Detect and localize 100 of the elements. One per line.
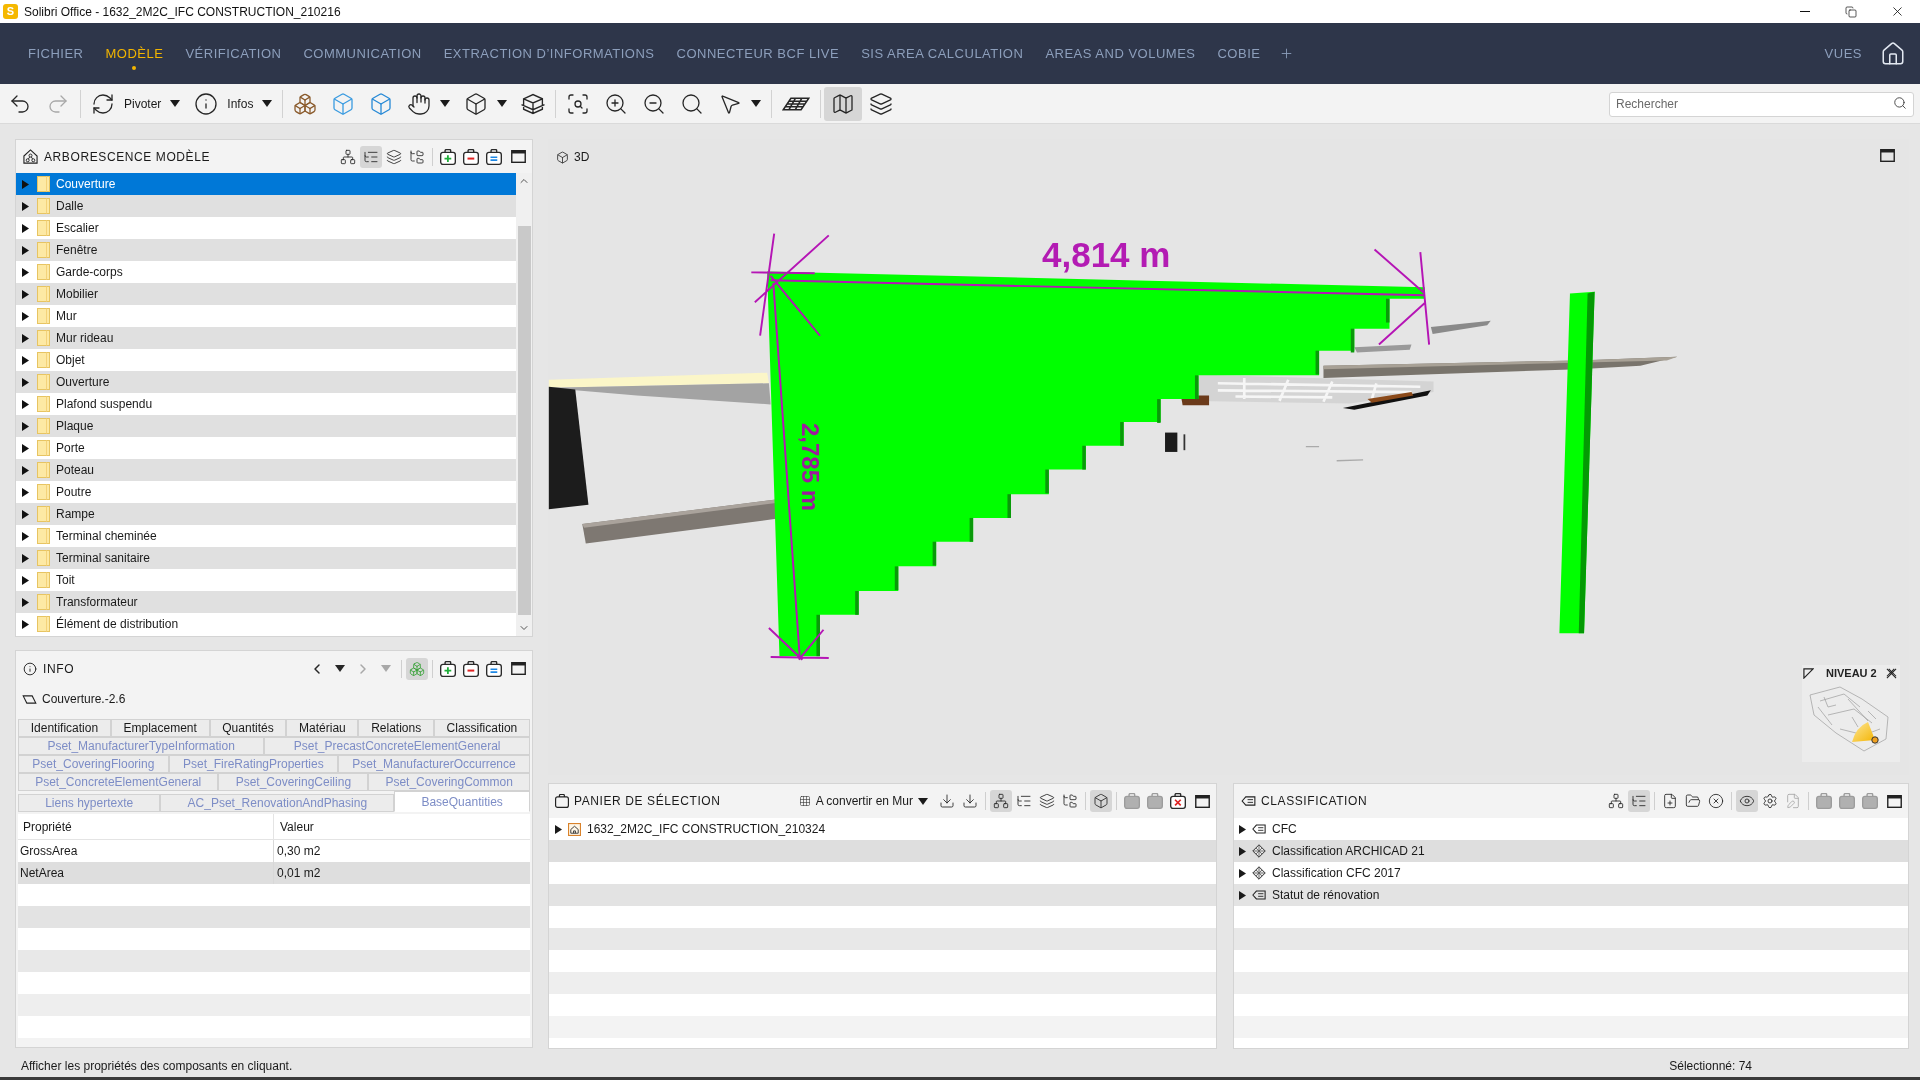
info-icon	[23, 661, 37, 676]
settings-icon	[1762, 793, 1778, 809]
classification-item[interactable]: Classification ARCHICAD 21	[1234, 840, 1908, 862]
folder-icon	[37, 352, 50, 368]
caret-down-icon	[335, 665, 345, 672]
hierarchy-button[interactable]	[990, 790, 1012, 812]
grid-plane-icon	[782, 96, 811, 111]
parallelogram-icon	[22, 694, 37, 704]
panel-window-icon[interactable]	[1195, 794, 1210, 808]
folder-icon	[37, 308, 50, 324]
panel-window-icon[interactable]	[1880, 149, 1895, 162]
sliced-cube-icon	[521, 91, 546, 116]
column-header[interactable]: Propriété	[18, 814, 273, 839]
triangle-corner-icon[interactable]	[1803, 667, 1814, 679]
views-menu[interactable]: VUES	[1820, 38, 1866, 69]
diamond-grid-icon	[1252, 866, 1266, 880]
close-icon[interactable]	[1886, 667, 1897, 679]
tree-item[interactable]: Plaque	[16, 415, 516, 437]
panel-window-icon[interactable]	[1887, 794, 1902, 808]
bag-replace-icon	[1862, 793, 1878, 809]
map-button[interactable]	[824, 86, 863, 121]
tree-list-icon	[1016, 793, 1032, 809]
info-button[interactable]: Infos	[187, 86, 280, 121]
cube-button[interactable]	[1090, 790, 1112, 812]
ribbon-tab[interactable]: COBIE	[1206, 23, 1272, 84]
panel-window-icon[interactable]	[511, 150, 526, 163]
ribbon-tab[interactable]: MODÈLE	[94, 23, 175, 84]
ribbon-tab[interactable]: COMMUNICATION	[292, 23, 433, 84]
ribbon-tab[interactable]: AREAS AND VOLUMES	[1034, 23, 1207, 84]
folder-icon	[37, 242, 50, 258]
camera-marker-icon	[1851, 721, 1879, 745]
tree-item[interactable]: Fenêtre	[16, 239, 516, 261]
panel-window-icon[interactable]	[511, 662, 526, 675]
table-cell-text: NetArea	[19, 865, 66, 882]
tree-item[interactable]: Terminal sanitaire	[16, 547, 516, 569]
column-header[interactable]: Valeur	[273, 814, 530, 839]
tree-list-button[interactable]	[360, 145, 382, 168]
panel-title: CLASSIFICATION	[1261, 793, 1368, 810]
panel-title: ARBORESCENCE MODÈLE	[44, 148, 211, 166]
tree-item[interactable]: Mur rideau	[16, 327, 516, 349]
scrollbar-thumb[interactable]	[517, 226, 531, 615]
cubes-icon	[293, 91, 318, 116]
property-tab[interactable]: Relations	[358, 719, 434, 737]
hierarchy-icon	[340, 148, 356, 165]
folder-tree-icon	[1062, 793, 1078, 809]
bag-add-icon	[1816, 793, 1832, 809]
level-minimap[interactable]: NIVEAU 2	[1802, 665, 1900, 762]
property-tab[interactable]: Emplacement	[110, 719, 210, 737]
bag-replace-icon	[1147, 793, 1163, 809]
folder-icon	[37, 528, 50, 544]
folder-icon	[37, 506, 50, 522]
level-name: NIVEAU 2	[1826, 665, 1877, 681]
tree-item[interactable]: Dalle	[16, 195, 516, 217]
folder-icon	[37, 374, 50, 390]
tag-icon	[1241, 796, 1256, 806]
tree-item[interactable]: Transformateur	[16, 591, 516, 613]
rule-dropdown[interactable]: A convertir en Mur	[796, 790, 930, 812]
classification-item[interactable]: Statut de rénovation	[1234, 884, 1908, 906]
ribbon-tab[interactable]: EXTRACTION D’INFORMATIONS	[432, 23, 666, 84]
property-tab[interactable]: Quantités	[209, 719, 287, 737]
cube-icon	[1093, 793, 1109, 809]
ribbon-tab[interactable]: SIS AREA CALCULATION	[850, 23, 1035, 84]
tree-item[interactable]: Mobilier	[16, 283, 516, 305]
cube-icon	[556, 150, 569, 164]
tree-item[interactable]: Ouverture	[16, 371, 516, 393]
app-logo: S	[3, 4, 18, 19]
property-tab[interactable]: Classification	[433, 719, 530, 737]
plus-icon	[1279, 46, 1295, 61]
tag-icon	[1252, 890, 1266, 900]
cubes-button[interactable]	[406, 657, 428, 680]
tree-item[interactable]: Couverture	[16, 173, 516, 195]
window-title: Solibri Office - 1632_2M2C_IFC CONSTRUCTION_210216	[24, 3, 341, 21]
vertical-scrollbar[interactable]	[516, 173, 532, 636]
open-folder-icon	[1685, 793, 1701, 809]
eye-button[interactable]	[1736, 790, 1758, 812]
width-dimension: 4,814 m	[1042, 237, 1171, 272]
tree-list-button[interactable]	[1628, 790, 1650, 812]
bag-remove-icon	[463, 660, 479, 677]
cube-icon	[331, 91, 356, 116]
folder-icon	[37, 484, 50, 500]
tree-item[interactable]: Rampe	[16, 503, 516, 525]
folder-icon	[37, 330, 50, 346]
search-field[interactable]: Rechercher	[1609, 91, 1914, 117]
bag-replace-icon	[486, 148, 502, 165]
folder-icon	[37, 176, 50, 192]
hand-icon	[407, 91, 432, 116]
ribbon-tab[interactable]: VÉRIFICATION	[174, 23, 293, 84]
search-icon	[1893, 96, 1907, 110]
ribbon-tab[interactable]: FICHIER	[17, 23, 95, 84]
property-tab[interactable]: Matériau	[286, 719, 359, 737]
rotate-button[interactable]: Pivoter	[84, 86, 188, 121]
folder-icon	[37, 396, 50, 412]
folder-icon	[37, 594, 50, 610]
tree-item[interactable]: Poteau	[16, 459, 516, 481]
bag-clear-button[interactable]	[1167, 790, 1189, 812]
close-icon	[1708, 793, 1724, 809]
hierarchy-icon	[993, 793, 1009, 809]
property-tab[interactable]: Identification	[18, 719, 111, 737]
ribbon-tab[interactable]: CONNECTEUR BCF LIVE	[665, 23, 851, 84]
file-edit-icon	[1785, 793, 1801, 809]
